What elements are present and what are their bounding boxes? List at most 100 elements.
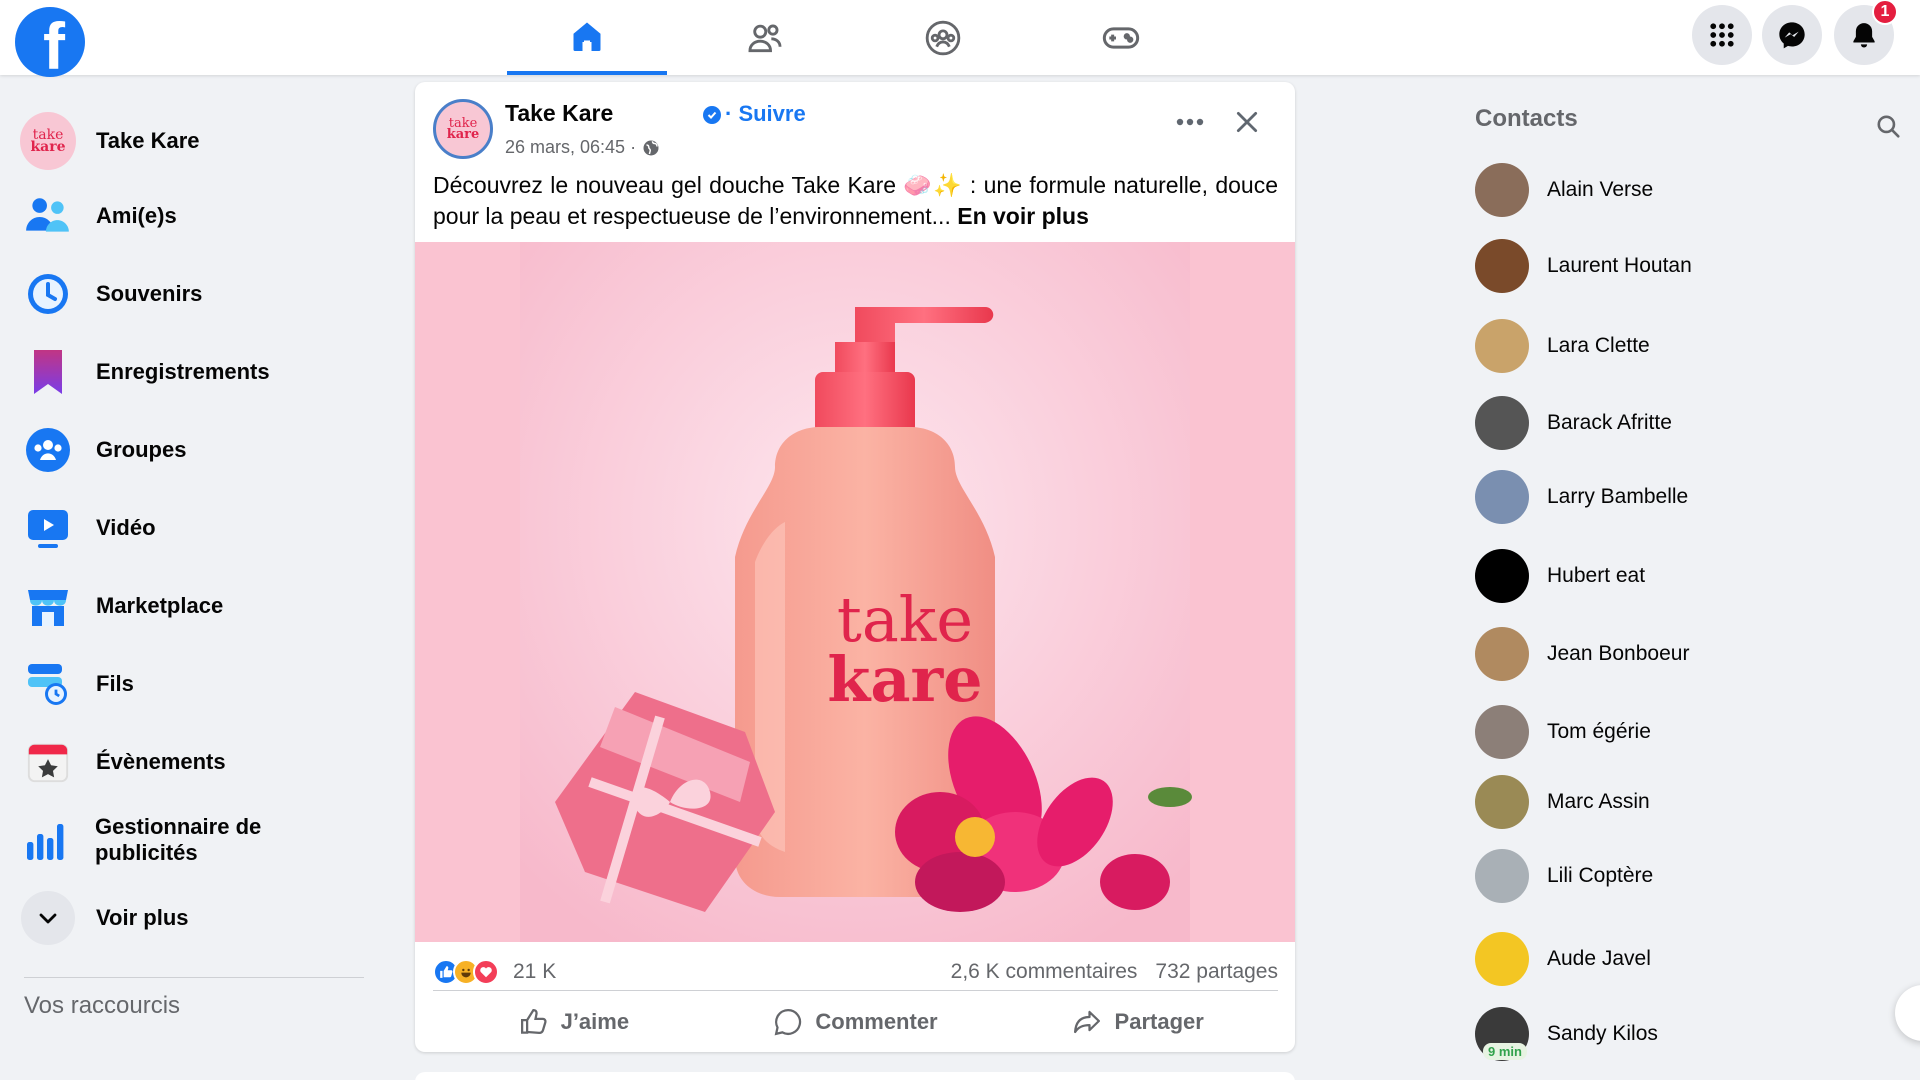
- shortcuts-heading: Vos raccourcis: [24, 992, 181, 1019]
- friends-icon: [748, 24, 782, 52]
- contacts-search-button[interactable]: [1875, 113, 1901, 144]
- contact-item[interactable]: Lili Coptère: [1475, 849, 1653, 903]
- sidebar-item-groups[interactable]: Groupes: [20, 411, 365, 489]
- sidebar-item-saved[interactable]: Enregistrements: [20, 333, 365, 411]
- share-icon: [1073, 1010, 1100, 1033]
- feed-post: take kare Take Kare · Suivre 26 mars, 06…: [415, 82, 1295, 1052]
- groups-icon: [20, 422, 76, 478]
- sidebar-item-label: Take Kare: [96, 128, 200, 153]
- sidebar-item-feeds[interactable]: Fils: [20, 645, 365, 723]
- sidebar-item-video[interactable]: Vidéo: [20, 489, 365, 567]
- contact-name: Lili Coptère: [1547, 864, 1654, 887]
- sidebar-item-marketplace[interactable]: Marketplace: [20, 567, 365, 645]
- sidebar-item-events[interactable]: Évènements: [20, 723, 365, 801]
- tab-gaming[interactable]: [1041, 0, 1201, 75]
- contact-name: Tom égérie: [1547, 720, 1651, 743]
- avatar: take kare: [20, 112, 76, 170]
- notifications-button[interactable]: 1: [1834, 0, 1898, 65]
- avatar: [1475, 627, 1529, 681]
- friends-icon: [20, 188, 76, 244]
- contact-name: Marc Assin: [1547, 790, 1650, 813]
- messenger-icon: [1779, 22, 1805, 49]
- post-actions: J’aime Commenter Partager: [433, 994, 1278, 1049]
- reactions-summary: 21 K 2,6 K commentaires 732 partages: [433, 952, 1278, 992]
- close-icon: [1236, 111, 1258, 133]
- sidebar-item-label: Souvenirs: [96, 281, 203, 306]
- marketplace-icon: [20, 578, 76, 634]
- memories-icon: [20, 266, 76, 322]
- sidebar-item-friends[interactable]: Ami(e)s: [20, 177, 365, 255]
- post-options-button[interactable]: [1170, 102, 1210, 142]
- comment-button[interactable]: Commenter: [715, 994, 997, 1049]
- next-post-preview: [415, 1072, 1295, 1080]
- sidebar-item-memories[interactable]: Souvenirs: [20, 255, 365, 333]
- contact-item[interactable]: Barack Afritte: [1475, 396, 1672, 450]
- sidebar-item-see-more[interactable]: Voir plus: [20, 879, 365, 957]
- contact-item[interactable]: Sandy Kilos 9 min: [1475, 1007, 1658, 1061]
- avatar: [1475, 775, 1529, 829]
- post-author-name[interactable]: Take Kare: [505, 100, 613, 127]
- reaction-icons[interactable]: [433, 959, 499, 985]
- notification-badge: 1: [1872, 0, 1898, 25]
- divider: [433, 990, 1278, 991]
- sidebar-item-label: Groupes: [96, 437, 187, 462]
- tab-home[interactable]: [507, 0, 667, 75]
- comment-icon: [775, 1008, 802, 1035]
- contact-item[interactable]: Tom égérie: [1475, 705, 1651, 759]
- see-more-link[interactable]: En voir plus: [957, 203, 1089, 229]
- contact-item[interactable]: Marc Assin: [1475, 775, 1650, 829]
- contact-item[interactable]: Larry Bambelle: [1475, 470, 1688, 524]
- sidebar-item-label: Fils: [96, 671, 134, 696]
- contact-item[interactable]: Alain Verse: [1475, 163, 1653, 217]
- sidebar-item-label: Vidéo: [96, 515, 156, 540]
- contact-item[interactable]: Laurent Houtan: [1475, 239, 1692, 293]
- sidebar-item-label: Voir plus: [96, 905, 189, 930]
- sidebar-item-label: Marketplace: [96, 593, 224, 618]
- avatar: [1475, 705, 1529, 759]
- post-timestamp[interactable]: 26 mars, 06:45 ·: [505, 137, 660, 158]
- home-icon: [573, 22, 601, 51]
- sidebar-item-ads-manager[interactable]: Gestionnaire de publicités: [20, 801, 365, 879]
- events-icon: [20, 734, 76, 790]
- contact-item[interactable]: Jean Bonboeur: [1475, 627, 1689, 681]
- sidebar-item-label: Gestionnaire de publicités: [94, 814, 262, 865]
- share-button[interactable]: Partager: [996, 994, 1278, 1049]
- messenger-button[interactable]: [1762, 5, 1822, 65]
- avatar: [1475, 470, 1529, 524]
- tab-friends[interactable]: [685, 0, 845, 75]
- chevron-down-icon: [21, 891, 75, 945]
- facebook-logo[interactable]: f: [15, 7, 85, 77]
- contact-item[interactable]: Hubert eat: [1475, 549, 1645, 603]
- menu-button[interactable]: [1692, 5, 1752, 65]
- shares-count[interactable]: 732 partages: [1155, 960, 1278, 984]
- contact-item[interactable]: Aude Javel: [1475, 932, 1651, 986]
- search-icon: [1877, 115, 1900, 138]
- avatar: [1475, 549, 1529, 603]
- contact-name: Larry Bambelle: [1547, 485, 1689, 508]
- contacts-panel: Contacts: [1470, 105, 1910, 138]
- sidebar-item-label: Enregistrements: [96, 359, 270, 384]
- love-reaction-icon: [473, 959, 499, 985]
- contact-item[interactable]: Lara Clette: [1475, 319, 1650, 373]
- contact-name: Sandy Kilos: [1547, 1022, 1658, 1045]
- verified-badge-icon: [703, 106, 721, 124]
- post-close-button[interactable]: [1227, 102, 1267, 142]
- top-navigation-bar: f 1: [0, 0, 1920, 77]
- like-button[interactable]: J’aime: [433, 994, 715, 1049]
- avatar: [1475, 239, 1529, 293]
- comments-count[interactable]: 2,6 K commentaires: [951, 960, 1138, 984]
- avatar[interactable]: take kare: [433, 99, 493, 159]
- sidebar-item-profile[interactable]: take kare Take Kare: [20, 105, 365, 177]
- post-header: take kare Take Kare · Suivre 26 mars, 06…: [415, 82, 1295, 172]
- avatar: [1475, 163, 1529, 217]
- gaming-icon: [1102, 26, 1140, 49]
- groups-icon: [925, 20, 961, 55]
- reactions-count[interactable]: 21 K: [513, 960, 556, 984]
- post-image[interactable]: take kare: [415, 242, 1295, 942]
- tab-groups[interactable]: [863, 0, 1023, 75]
- follow-button[interactable]: · Suivre: [725, 101, 806, 127]
- thumbs-up-icon: [520, 1008, 547, 1034]
- new-message-button[interactable]: [1895, 985, 1920, 1041]
- avatar: [1475, 849, 1529, 903]
- sidebar-item-label: Évènements: [96, 749, 226, 774]
